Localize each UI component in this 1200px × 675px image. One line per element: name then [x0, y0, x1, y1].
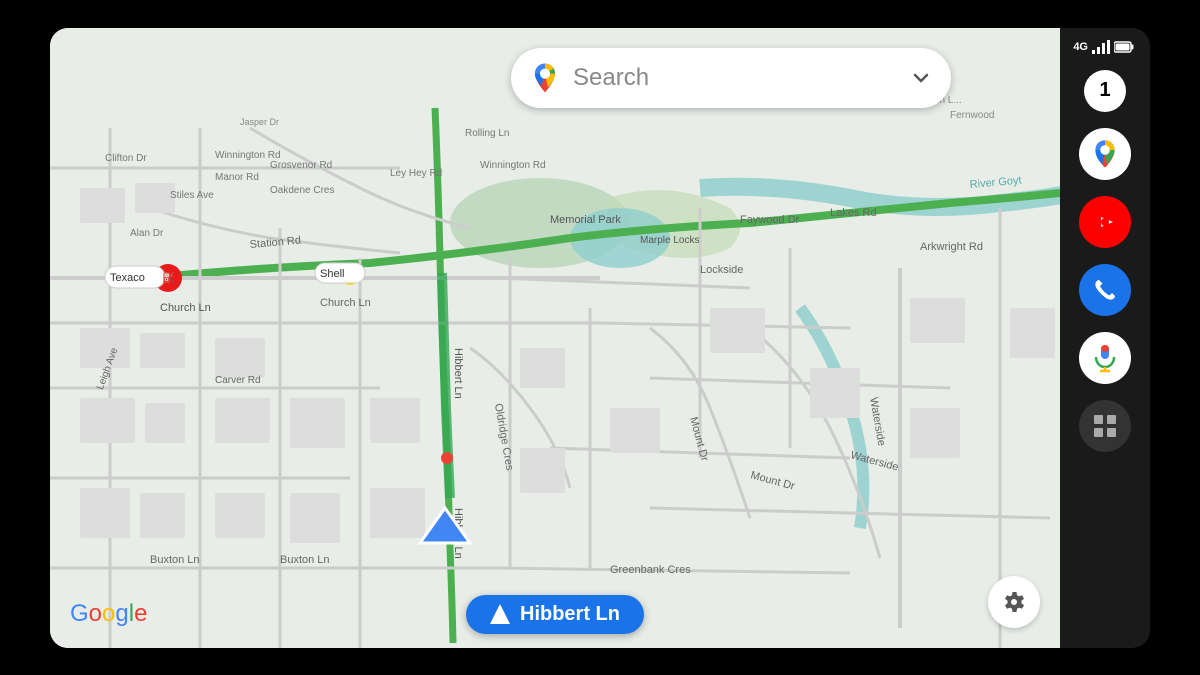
- svg-text:Jasper Dr: Jasper Dr: [240, 117, 279, 127]
- chevron-down-icon[interactable]: [907, 64, 935, 92]
- svg-text:Rolling Ln: Rolling Ln: [465, 128, 509, 139]
- battery-icon: [1114, 41, 1134, 53]
- sidebar-item-grid[interactable]: [1079, 400, 1131, 452]
- svg-text:Marple Locks: Marple Locks: [640, 235, 699, 246]
- svg-text:Manor Rd: Manor Rd: [215, 172, 259, 183]
- svg-text:⛽: ⛽: [162, 271, 174, 284]
- google-logo-o1: o: [89, 600, 102, 627]
- svg-text:Hibbert Ln: Hibbert Ln: [452, 348, 464, 399]
- svg-text:Stiles Ave: Stiles Ave: [170, 190, 214, 201]
- google-logo-g: G: [70, 600, 89, 627]
- gear-icon: [1000, 588, 1028, 616]
- svg-text:Clifton Dr: Clifton Dr: [105, 153, 147, 164]
- svg-text:Greenbank Cres: Greenbank Cres: [610, 564, 691, 576]
- search-input-label: Search: [573, 64, 907, 92]
- svg-text:Carver Rd: Carver Rd: [215, 375, 261, 386]
- status-bar: 4G: [1060, 40, 1150, 54]
- screen-container: Station Rd Church Ln Church Ln Leigh Ave…: [50, 28, 1150, 648]
- youtube-music-icon: [1091, 208, 1119, 236]
- nav-arrow-icon: [490, 604, 510, 624]
- google-logo: Google: [70, 600, 147, 628]
- svg-text:Faywood Dr: Faywood Dr: [740, 214, 800, 226]
- map-area: Station Rd Church Ln Church Ln Leigh Ave…: [50, 28, 1060, 648]
- sidebar-item-maps[interactable]: [1079, 128, 1131, 180]
- sidebar-item-assistant[interactable]: [1079, 332, 1131, 384]
- svg-text:Church Ln: Church Ln: [320, 297, 371, 309]
- svg-text:Lockside: Lockside: [700, 264, 743, 276]
- phone-icon: [1091, 276, 1119, 304]
- signal-row: 4G: [1068, 40, 1142, 54]
- assistant-icon: [1090, 343, 1120, 373]
- svg-text:Shell: Shell: [320, 268, 344, 280]
- notification-count: 1: [1099, 79, 1110, 102]
- notification-badge[interactable]: 1: [1084, 70, 1126, 112]
- svg-text:Ley Hey Rd: Ley Hey Rd: [390, 168, 442, 179]
- sidebar-item-youtube[interactable]: [1079, 196, 1131, 248]
- svg-text:Buxton Ln: Buxton Ln: [150, 554, 200, 566]
- settings-button[interactable]: [988, 576, 1040, 628]
- maps-pin-icon: [527, 60, 563, 96]
- nav-pill[interactable]: Hibbert Ln: [466, 595, 644, 634]
- google-logo-o2: o: [102, 600, 115, 627]
- svg-text:Fernwood: Fernwood: [950, 110, 994, 121]
- google-logo-g2: g: [115, 600, 128, 627]
- maps-app-icon: [1089, 138, 1121, 170]
- svg-text:Memorial Park: Memorial Park: [550, 214, 621, 226]
- right-sidebar: 4G 1: [1060, 28, 1150, 648]
- search-bar[interactable]: Search: [511, 48, 951, 108]
- grid-icon: [1092, 413, 1118, 439]
- google-logo-e: e: [134, 600, 147, 627]
- svg-text:Winnington Rd: Winnington Rd: [480, 160, 546, 171]
- map-svg: Station Rd Church Ln Church Ln Leigh Ave…: [50, 28, 1060, 648]
- svg-text:Church Ln: Church Ln: [160, 302, 211, 314]
- svg-text:Alan Dr: Alan Dr: [130, 228, 164, 239]
- svg-text:Texaco: Texaco: [110, 272, 145, 284]
- nav-street-name: Hibbert Ln: [520, 603, 620, 626]
- svg-text:Oakdene Cres: Oakdene Cres: [270, 185, 334, 196]
- signal-bars-icon: [1092, 40, 1110, 54]
- sidebar-item-phone[interactable]: [1079, 264, 1131, 316]
- svg-text:Lakes Rd: Lakes Rd: [830, 207, 876, 219]
- svg-text:Grosvenor Rd: Grosvenor Rd: [270, 160, 332, 171]
- svg-text:Arkwright Rd: Arkwright Rd: [920, 241, 983, 253]
- lte-indicator: 4G: [1073, 41, 1088, 53]
- svg-text:Buxton Ln: Buxton Ln: [280, 554, 330, 566]
